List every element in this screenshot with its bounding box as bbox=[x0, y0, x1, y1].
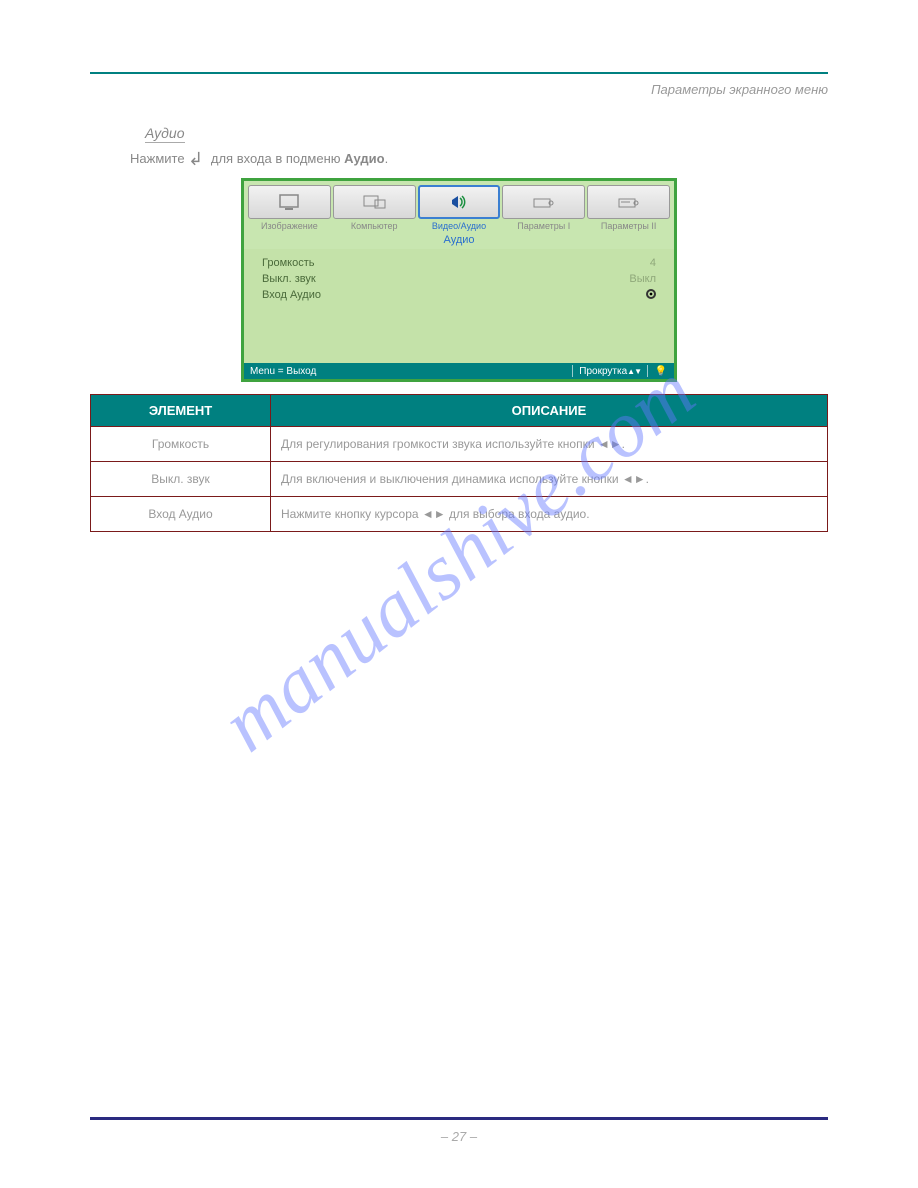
osd-tab-image: Изображение bbox=[248, 185, 331, 231]
osd-row-mute: Выкл. звукВыкл bbox=[262, 271, 656, 287]
table-row: Громкость Для регулирования громкости зв… bbox=[91, 427, 828, 462]
osd-tab-video-audio: Видео/Аудио bbox=[418, 185, 501, 231]
top-divider bbox=[90, 72, 828, 74]
header-right: Параметры экранного меню bbox=[90, 82, 828, 97]
enter-icon: ↲ bbox=[188, 149, 203, 170]
col-desc: ОПИСАНИЕ bbox=[271, 395, 828, 427]
osd-title: Аудио bbox=[244, 231, 674, 249]
col-item: ЭЛЕМЕНТ bbox=[91, 395, 271, 427]
speaker-icon bbox=[446, 192, 472, 212]
page-number: – 27 – bbox=[0, 1129, 918, 1144]
table-header-row: ЭЛЕМЕНТ ОПИСАНИЕ bbox=[91, 395, 828, 427]
osd-tab-computer: Компьютер bbox=[333, 185, 416, 231]
osd-row-audio-in: Вход Аудио bbox=[262, 287, 656, 303]
osd-tab-bar: Изображение Компьютер Видео/Аудио Параме… bbox=[244, 181, 674, 231]
footer-divider bbox=[90, 1117, 828, 1120]
osd-tab-params1: Параметры I bbox=[502, 185, 585, 231]
spec-table: ЭЛЕМЕНТ ОПИСАНИЕ Громкость Для регулиров… bbox=[90, 394, 828, 532]
table-row: Вход Аудио Нажмите кнопку курсора ◄► для… bbox=[91, 497, 828, 532]
section-instruction: Нажмите ↲ для входа в подменю Аудио. bbox=[130, 149, 828, 170]
projector2-icon bbox=[616, 192, 642, 212]
osd-row-volume: Громкость4 bbox=[262, 255, 656, 271]
osd-screenshot: Изображение Компьютер Видео/Аудио Параме… bbox=[241, 178, 677, 382]
radio-icon bbox=[646, 289, 656, 299]
osd-tab-params2: Параметры II bbox=[587, 185, 670, 231]
computer-icon bbox=[361, 192, 387, 212]
monitor-icon bbox=[276, 192, 302, 212]
bulb-icon: 💡 bbox=[654, 366, 668, 377]
section-heading: Аудио bbox=[145, 125, 185, 143]
osd-footer: Menu = Выход Прокрутка ▲▼ 💡 bbox=[244, 363, 674, 379]
osd-body: Громкость4 Выкл. звукВыкл Вход Аудио bbox=[244, 249, 674, 363]
table-row: Выкл. звук Для включения и выключения ди… bbox=[91, 462, 828, 497]
projector-icon bbox=[531, 192, 557, 212]
scroll-arrows-icon: ▲▼ bbox=[627, 367, 641, 376]
